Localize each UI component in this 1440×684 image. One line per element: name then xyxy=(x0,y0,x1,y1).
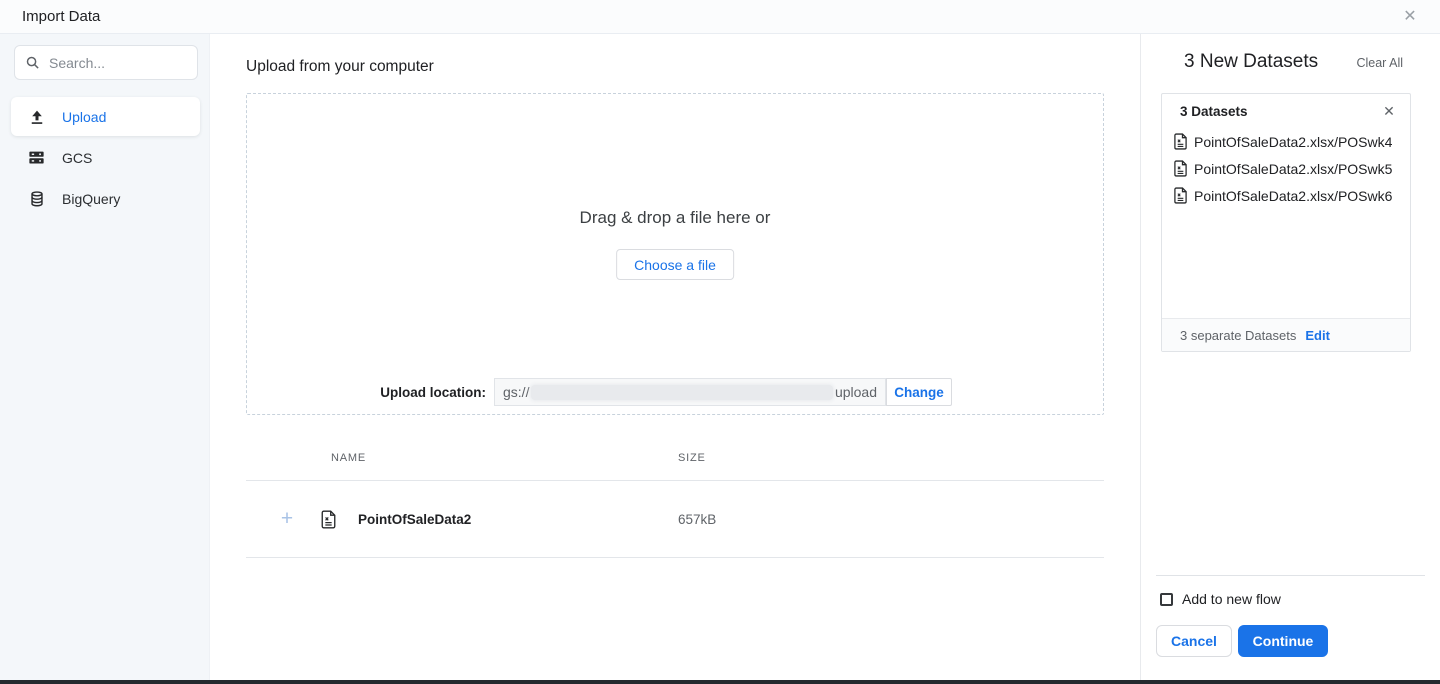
sidebar-item-upload[interactable]: Upload xyxy=(11,97,200,136)
add-to-new-flow-checkbox[interactable] xyxy=(1160,593,1173,606)
file-dropzone[interactable]: Drag & drop a file here or Choose a file… xyxy=(246,93,1104,415)
search-box[interactable] xyxy=(14,45,198,80)
sidebar-item-label: GCS xyxy=(62,150,92,166)
spreadsheet-file-icon xyxy=(1173,187,1188,204)
dropzone-text: Drag & drop a file here or xyxy=(247,208,1103,228)
spreadsheet-file-icon xyxy=(1173,160,1188,177)
edit-link[interactable]: Edit xyxy=(1305,328,1330,343)
cancel-button[interactable]: Cancel xyxy=(1156,625,1232,657)
add-to-new-flow-option[interactable]: Add to new flow xyxy=(1160,591,1281,607)
datasets-card-title: 3 Datasets xyxy=(1180,104,1248,119)
upload-location-row: Upload location: gs:// upload Change xyxy=(247,378,1103,406)
spreadsheet-file-icon xyxy=(1173,133,1188,150)
import-data-dialog: Import Data ✕ Upload GCS xyxy=(0,0,1440,684)
spreadsheet-file-icon xyxy=(320,510,337,534)
continue-button[interactable]: Continue xyxy=(1238,625,1328,657)
window-bottom-edge xyxy=(0,680,1440,684)
add-to-new-flow-label: Add to new flow xyxy=(1182,591,1281,607)
choose-file-button[interactable]: Choose a file xyxy=(616,249,734,280)
expand-plus-icon[interactable]: + xyxy=(277,505,297,533)
bigquery-database-icon xyxy=(27,189,46,208)
table-row: + PointOfSaleData2 657kB xyxy=(246,481,1104,558)
search-icon xyxy=(25,55,40,70)
sidebar-items: Upload GCS BigQuery xyxy=(11,97,200,220)
dataset-item-label: PointOfSaleData2.xlsx/POSwk5 xyxy=(1194,161,1392,177)
sidebar-item-bigquery[interactable]: BigQuery xyxy=(11,179,200,218)
dialog-title: Import Data xyxy=(22,8,100,25)
upload-location-field[interactable]: gs:// upload xyxy=(494,378,886,406)
datasets-card-footer: 3 separate Datasets Edit xyxy=(1162,318,1410,351)
source-sidebar: Upload GCS BigQuery xyxy=(0,34,210,680)
upload-location-label: Upload location: xyxy=(247,385,494,400)
file-size: 657kB xyxy=(678,512,716,527)
upload-location-prefix: gs:// xyxy=(503,384,529,400)
upload-location-redacted-value xyxy=(531,385,832,400)
uploaded-files-table: NAME SIZE + PointOfSaleData2 657kB xyxy=(246,437,1104,558)
sidebar-item-gcs[interactable]: GCS xyxy=(11,138,200,177)
main-heading: Upload from your computer xyxy=(246,58,434,76)
change-location-button[interactable]: Change xyxy=(886,378,952,406)
dataset-item-label: PointOfSaleData2.xlsx/POSwk4 xyxy=(1194,134,1392,150)
panel-title: 3 New Datasets xyxy=(1184,51,1318,73)
sidebar-item-label: Upload xyxy=(62,109,106,125)
table-header-row: NAME SIZE xyxy=(246,437,1104,481)
search-input[interactable] xyxy=(49,55,179,71)
upload-location-suffix: upload xyxy=(835,384,877,400)
dataset-item[interactable]: PointOfSaleData2.xlsx/POSwk4 xyxy=(1162,128,1410,155)
datasets-card: 3 Datasets ✕ PointOfSaleData2.xlsx/POSwk… xyxy=(1161,93,1411,352)
upload-icon xyxy=(27,107,46,126)
file-name: PointOfSaleData2 xyxy=(358,512,471,527)
clear-all-link[interactable]: Clear All xyxy=(1356,56,1403,70)
upload-main-panel: Upload from your computer Drag & drop a … xyxy=(210,34,1140,680)
panel-divider xyxy=(1156,575,1425,576)
datasets-summary: 3 separate Datasets xyxy=(1180,328,1296,343)
dataset-item-label: PointOfSaleData2.xlsx/POSwk6 xyxy=(1194,188,1392,204)
datasets-card-close-icon[interactable]: ✕ xyxy=(1380,102,1398,120)
dataset-item[interactable]: PointOfSaleData2.xlsx/POSwk5 xyxy=(1162,155,1410,182)
gcs-icon xyxy=(27,148,46,167)
datasets-card-header: 3 Datasets ✕ xyxy=(1162,94,1410,128)
dialog-close-icon[interactable]: ✕ xyxy=(1400,7,1420,27)
sidebar-item-label: BigQuery xyxy=(62,191,120,207)
new-datasets-panel: 3 New Datasets Clear All 3 Datasets ✕ Po… xyxy=(1140,34,1440,680)
dataset-item[interactable]: PointOfSaleData2.xlsx/POSwk6 xyxy=(1162,182,1410,209)
column-header-size: SIZE xyxy=(678,452,706,464)
column-header-name: NAME xyxy=(331,452,366,464)
dialog-titlebar: Import Data ✕ xyxy=(0,0,1440,34)
